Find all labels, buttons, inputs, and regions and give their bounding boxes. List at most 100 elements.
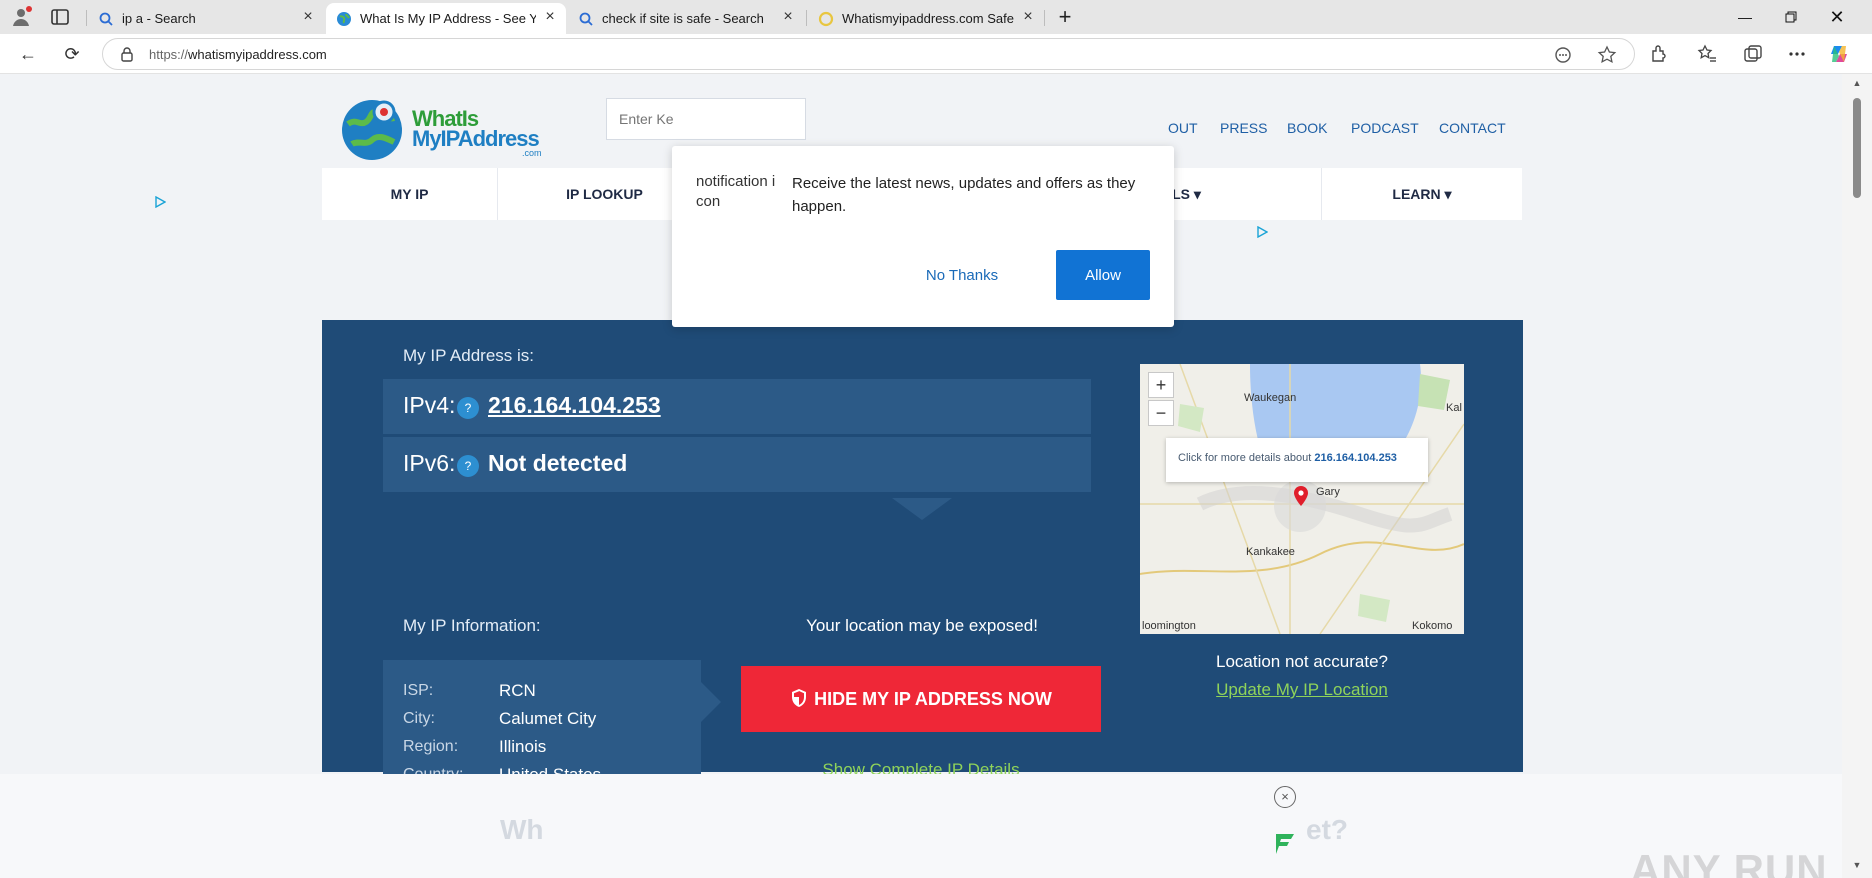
close-window-icon[interactable]: ✕ [1814, 0, 1860, 34]
tab-title: ip a - Search [122, 11, 196, 26]
isp-value: RCN [499, 681, 536, 700]
logo-suffix: .com [522, 148, 542, 158]
ipv4-value[interactable]: 216.164.104.253 [488, 392, 661, 419]
hide-ip-label: HIDE MY IP ADDRESS NOW [814, 689, 1052, 709]
tab-title: What Is My IP Address - See Your [360, 11, 536, 26]
browser-tab-bar: ip a - Search × What Is My IP Address - … [0, 0, 1872, 34]
ipv6-help-icon[interactable]: ? [457, 455, 479, 477]
hide-ip-button[interactable]: HIDE MY IP ADDRESS NOW [741, 666, 1101, 732]
read-aloud-icon[interactable] [1553, 45, 1573, 65]
ipv4-row: IPv4: ? 216.164.104.253 [383, 379, 1091, 434]
tab-title: check if site is safe - Search [602, 11, 764, 26]
freestar-logo-icon[interactable] [1272, 830, 1298, 856]
ip-box-pointer [892, 498, 952, 520]
address-bar[interactable]: https://whatismyipaddress.com [102, 38, 1635, 70]
browser-toolbar: ← ⟳ https://whatismyipaddress.com [0, 34, 1872, 74]
scroll-down-icon[interactable]: ▼ [1851, 860, 1863, 872]
scroll-up-icon[interactable]: ▲ [1851, 78, 1863, 90]
tab-actions-icon[interactable] [48, 5, 72, 29]
info-box-pointer [701, 682, 721, 722]
city-label: City: [403, 710, 435, 727]
ip-info-label: My IP Information: [403, 616, 541, 635]
search-icon [99, 12, 113, 26]
tab-ip-a-search[interactable]: ip a - Search × [88, 3, 324, 34]
zoom-out-button[interactable]: − [1148, 400, 1174, 426]
page-scrollbar[interactable]: ▲ ▼ [1842, 74, 1872, 878]
tab-separator [1044, 10, 1045, 26]
map-pin-icon[interactable] [1294, 486, 1308, 506]
map-label-gary: Gary [1316, 486, 1340, 498]
allow-button[interactable]: Allow [1056, 250, 1150, 300]
collections-icon[interactable] [1742, 43, 1764, 65]
logo-line-2: MyIPAddress [412, 126, 540, 151]
refresh-button[interactable]: ⟳ [60, 42, 84, 66]
close-tab-icon[interactable]: × [780, 9, 796, 25]
location-question: Location not accurate? [1215, 652, 1388, 671]
minimize-icon[interactable]: — [1722, 0, 1768, 34]
ipv6-label: IPv6: [403, 450, 456, 476]
tooltip-ip: 216.164.104.253 [1314, 452, 1397, 464]
favorites-icon[interactable] [1696, 43, 1718, 65]
url-text: https://whatismyipaddress.com [149, 47, 327, 62]
notification-prompt: notification icon Receive the latest new… [672, 146, 1174, 327]
close-tab-icon[interactable]: × [300, 9, 316, 25]
close-tab-icon[interactable]: × [542, 9, 558, 25]
tab-site-safe-check[interactable]: Whatismyipaddress.com Safe? Ch × [808, 3, 1044, 34]
top-link-podcast[interactable]: PODCAST [1351, 120, 1419, 136]
tab-title: Whatismyipaddress.com Safe? Ch [842, 11, 1014, 26]
isp-label: ISP: [403, 682, 434, 699]
favorite-star-icon[interactable] [1597, 45, 1617, 65]
watermark-text: ANY RUN [1630, 846, 1828, 878]
top-link-about[interactable]: OUT [1168, 120, 1198, 136]
site-logo[interactable]: WhatIs MyIPAddress .com [338, 92, 548, 162]
ip-hero-panel: My IP Address is: IPv4: ? 216.164.104.25… [322, 320, 1523, 812]
extensions-icon[interactable] [1648, 43, 1670, 65]
location-map[interactable]: + − Waukegan Kal Gary Kankakee loomingto… [1140, 364, 1464, 634]
notification-icon: notification icon [696, 173, 776, 210]
search-icon [579, 12, 593, 26]
scroll-thumb[interactable] [1853, 98, 1861, 198]
profile-icon[interactable] [10, 5, 34, 29]
shield-icon [792, 689, 807, 707]
adchoices-icon[interactable] [154, 196, 166, 208]
search-input[interactable] [607, 99, 805, 139]
no-thanks-button[interactable]: No Thanks [910, 250, 1014, 300]
anyrun-watermark: ANY RUN [1630, 840, 1830, 878]
update-location-link[interactable]: Update My IP Location [1140, 680, 1464, 700]
loading-icon [818, 11, 834, 27]
back-button[interactable]: ← [16, 42, 40, 66]
bottom-ad-overlay: Wh et? [0, 774, 1842, 878]
web-page: WhatIs MyIPAddress .com OUT PRESS BOOK P… [0, 74, 1842, 878]
top-link-press[interactable]: PRESS [1220, 120, 1267, 136]
copilot-icon[interactable] [1828, 43, 1850, 65]
ipv6-row: IPv6: ? Not detected [383, 437, 1091, 492]
ipv4-label: IPv4: [403, 392, 456, 418]
globe-icon [337, 12, 351, 26]
close-tab-icon[interactable]: × [1020, 9, 1036, 25]
tab-separator [86, 10, 87, 26]
url-host: whatismyipaddress.com [188, 47, 327, 62]
maximize-icon[interactable] [1768, 0, 1814, 34]
nav-learn[interactable]: LEARN ▾ [1322, 168, 1522, 220]
new-tab-button[interactable]: + [1052, 4, 1078, 30]
map-label-kokomo: Kokomo [1412, 620, 1453, 632]
top-link-book[interactable]: BOOK [1287, 120, 1327, 136]
ipv4-help-icon[interactable]: ? [457, 397, 479, 419]
tab-what-is-my-ip[interactable]: What Is My IP Address - See Your × [326, 3, 566, 34]
map-tooltip[interactable]: Click for more details about 216.164.104… [1166, 438, 1428, 482]
nav-my-ip[interactable]: MY IP [322, 168, 498, 220]
map-label-waukegan: Waukegan [1244, 392, 1297, 404]
tab-check-site-safe[interactable]: check if site is safe - Search × [568, 3, 804, 34]
region-value: Illinois [499, 737, 547, 756]
lock-icon[interactable] [119, 46, 135, 62]
ipv6-value: Not detected [488, 450, 628, 476]
site-search[interactable] [606, 98, 806, 140]
more-menu-icon[interactable] [1786, 43, 1808, 65]
tab-separator [806, 10, 807, 26]
adchoices-icon[interactable] [1256, 226, 1268, 238]
url-scheme: https:// [149, 47, 189, 62]
top-link-contact[interactable]: CONTACT [1439, 120, 1506, 136]
close-ad-icon[interactable]: × [1274, 786, 1296, 808]
location-exposed-text: Your location may be exposed! [806, 616, 1038, 635]
zoom-in-button[interactable]: + [1148, 372, 1174, 398]
